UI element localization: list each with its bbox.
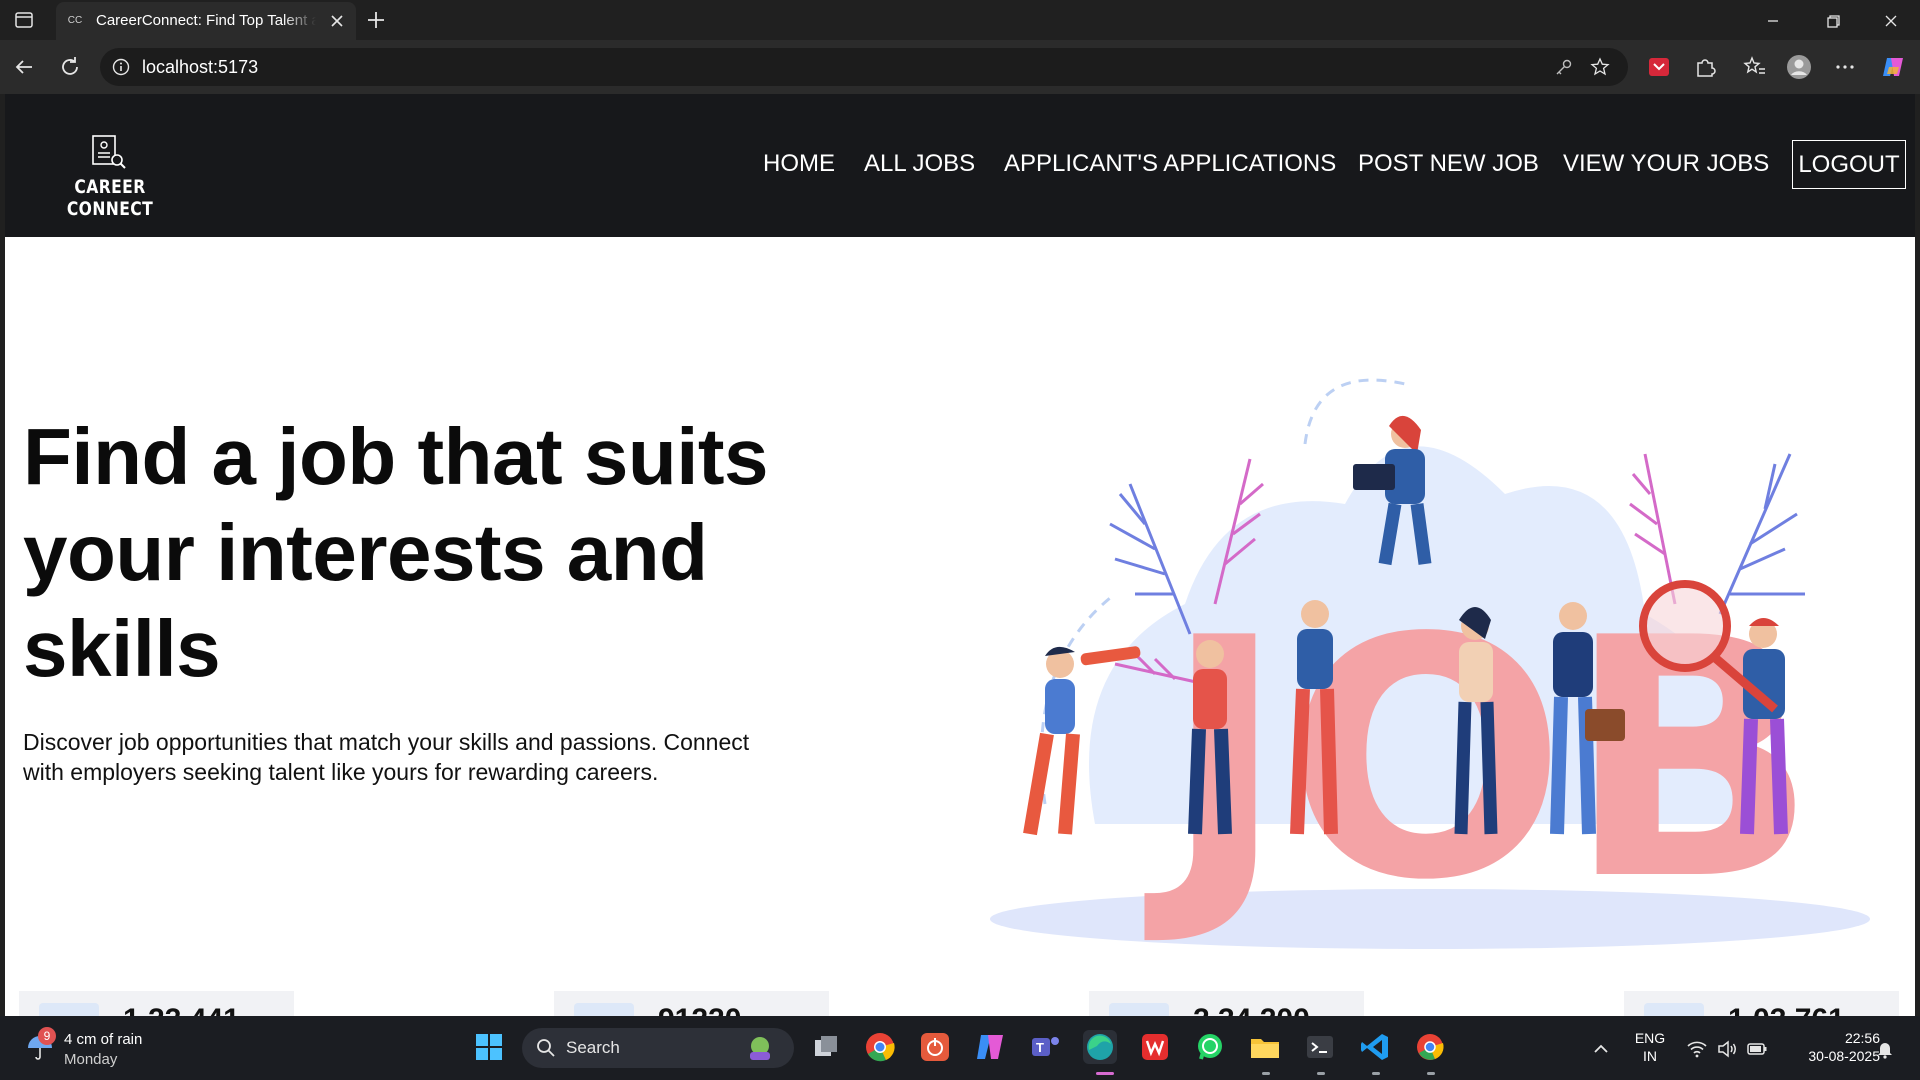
stat-card: 1,03,761	[1624, 991, 1899, 1016]
windows-taskbar: 9 4 cm of rain Monday Search T ENG IN 22…	[0, 1016, 1920, 1080]
running-indicator	[1372, 1072, 1380, 1075]
close-window-icon[interactable]	[1878, 8, 1904, 34]
active-app-indicator	[1096, 1072, 1114, 1075]
tab-actions-icon[interactable]	[14, 10, 34, 30]
stat-icon	[1644, 1003, 1704, 1016]
copilot-icon[interactable]	[1880, 54, 1906, 80]
restore-icon[interactable]	[1820, 8, 1846, 34]
browser-titlebar: CC CareerConnect: Find Top Talent and Jo…	[0, 0, 1920, 40]
chevron-up-icon[interactable]	[1590, 1038, 1612, 1060]
weather-day: Monday	[64, 1051, 118, 1068]
tab-title: CareerConnect: Find Top Talent and Jobs	[96, 12, 316, 29]
clock-time: 22:56	[1844, 1030, 1880, 1046]
wifi-icon[interactable]	[1686, 1038, 1708, 1060]
wps-office-icon[interactable]	[1138, 1030, 1172, 1064]
vscode-icon[interactable]	[1358, 1030, 1392, 1064]
chrome-icon[interactable]	[863, 1030, 897, 1064]
stat-card: 91220	[554, 991, 829, 1016]
new-tab-icon[interactable]	[364, 8, 388, 32]
language-code: ENG	[1634, 1030, 1666, 1046]
stat-value: 91220	[658, 1003, 741, 1016]
copilot-app-icon[interactable]	[973, 1030, 1007, 1064]
weather-summary[interactable]: 4 cm of rain	[64, 1031, 142, 1048]
hero-subtitle: Discover job opportunities that match yo…	[23, 729, 750, 785]
stat-icon	[39, 1003, 99, 1016]
nav-all-jobs[interactable]: ALL JOBS	[864, 150, 975, 178]
logout-button[interactable]: LOGOUT	[1792, 140, 1906, 189]
battery-icon[interactable]	[1746, 1038, 1768, 1060]
favorite-star-icon[interactable]	[1590, 57, 1610, 77]
site-logo[interactable]: CAREER CONNECT	[35, 134, 185, 220]
language-indicator[interactable]: ENG IN	[1628, 1029, 1672, 1065]
close-tab-icon[interactable]	[326, 10, 348, 32]
stat-icon	[574, 1003, 634, 1016]
refresh-icon[interactable]	[56, 53, 84, 81]
tab-favicon: CC	[67, 15, 83, 26]
browser-tab[interactable]: CC CareerConnect: Find Top Talent and Jo…	[56, 2, 356, 40]
nav-applicants-applications[interactable]: APPLICANT'S APPLICATIONS	[1004, 150, 1336, 178]
logo-text: CAREER CONNECT	[66, 176, 154, 220]
teams-icon[interactable]: T	[1028, 1030, 1062, 1064]
back-icon[interactable]	[10, 53, 38, 81]
clock[interactable]: 22:56 30-08-2025	[1782, 1029, 1880, 1065]
clock-date: 30-08-2025	[1808, 1048, 1880, 1064]
power-app-icon[interactable]	[918, 1030, 952, 1064]
stat-card: 2,34,200	[1089, 991, 1364, 1016]
terminal-icon[interactable]	[1303, 1030, 1337, 1064]
nav-view-your-jobs[interactable]: VIEW YOUR JOBS	[1563, 150, 1769, 178]
notification-bell-icon[interactable]	[1874, 1038, 1896, 1060]
start-windows-icon[interactable]	[472, 1030, 506, 1064]
stat-value: 2,34,200	[1193, 1003, 1310, 1016]
task-view-icon[interactable]	[809, 1030, 843, 1064]
volume-icon[interactable]	[1716, 1038, 1738, 1060]
chrome-profile-icon[interactable]	[1413, 1030, 1447, 1064]
taskbar-search[interactable]: Search	[522, 1028, 794, 1068]
url-text: localhost:5173	[142, 57, 259, 77]
address-bar[interactable]: localhost:5173	[100, 48, 1628, 86]
favorites-icon[interactable]	[1742, 54, 1768, 80]
search-highlight-icon	[750, 1037, 770, 1060]
extensions-puzzle-icon[interactable]	[1692, 54, 1718, 80]
weather-badge: 9	[38, 1027, 56, 1045]
whatsapp-icon[interactable]	[1193, 1030, 1227, 1064]
browser-toolbar: localhost:5173	[0, 40, 1920, 94]
site-info-icon[interactable]	[112, 58, 130, 76]
stat-value: 1,03,761	[1728, 1003, 1845, 1016]
svg-text:T: T	[1036, 1040, 1044, 1055]
edge-icon[interactable]	[1083, 1030, 1117, 1064]
search-icon	[537, 1039, 555, 1057]
running-indicator	[1427, 1072, 1435, 1075]
more-menu-icon[interactable]	[1832, 54, 1858, 80]
extension-red-icon[interactable]	[1646, 54, 1672, 80]
nav-home[interactable]: HOME	[763, 150, 835, 178]
file-explorer-icon[interactable]	[1248, 1030, 1282, 1064]
profile-avatar-icon[interactable]	[1786, 54, 1812, 80]
job-search-illustration: JOB	[990, 378, 1870, 952]
running-indicator	[1317, 1072, 1325, 1075]
search-label: Search	[566, 1038, 620, 1057]
stat-icon	[1109, 1003, 1169, 1016]
page-viewport: CAREER CONNECT HOME ALL JOBS APPLICANT'S…	[5, 94, 1915, 1016]
stat-value: 1,23,441	[123, 1003, 240, 1016]
minimize-icon[interactable]	[1760, 8, 1786, 34]
resume-search-icon	[92, 135, 126, 169]
site-navbar: CAREER CONNECT HOME ALL JOBS APPLICANT'S…	[5, 94, 1915, 237]
nav-post-new-job[interactable]: POST NEW JOB	[1358, 150, 1539, 178]
stat-card: 1,23,441	[19, 991, 294, 1016]
running-indicator	[1262, 1072, 1270, 1075]
region-code: IN	[1643, 1048, 1657, 1064]
hero-title: Find a job that suits your interests and…	[23, 412, 769, 693]
key-icon[interactable]	[1554, 57, 1574, 77]
